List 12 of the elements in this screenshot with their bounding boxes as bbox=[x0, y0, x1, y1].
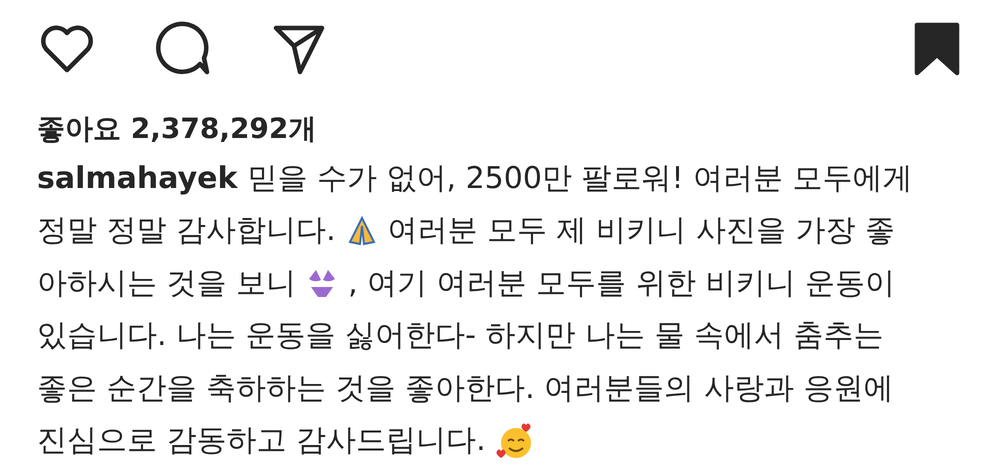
caption-text: 진심으로 감동하고 감사드립니다. bbox=[37, 422, 486, 460]
heart-icon bbox=[39, 24, 95, 74]
caption-text: 있습니다. 나는 운동을 싫어한다- 하지만 나는 물 속에서 춤추는 bbox=[37, 317, 884, 356]
caption-text: 정말 정말 감사합니다. bbox=[37, 212, 336, 250]
caption-text: 믿을 수가 없어, 2500만 팔로워! 여러분 모두에게 bbox=[247, 160, 913, 198]
bookmark-icon bbox=[913, 22, 961, 76]
caption-text: 아하시는 것을 보니 bbox=[37, 264, 296, 303]
username-link[interactable]: salmahayek bbox=[37, 160, 238, 196]
likes-count: 좋아요 2,378,292개 bbox=[37, 111, 318, 147]
caption-text: 여러분 모두 제 비키니 사진을 가장 좋 bbox=[388, 212, 895, 250]
caption-text: 좋은 순간을 축하하는 것을 좋아한다. 여러분들의 사랑과 응원에 bbox=[37, 370, 894, 408]
caption-text: , 여기 여러분 모두를 위한 비키니 운동이 bbox=[348, 264, 895, 303]
